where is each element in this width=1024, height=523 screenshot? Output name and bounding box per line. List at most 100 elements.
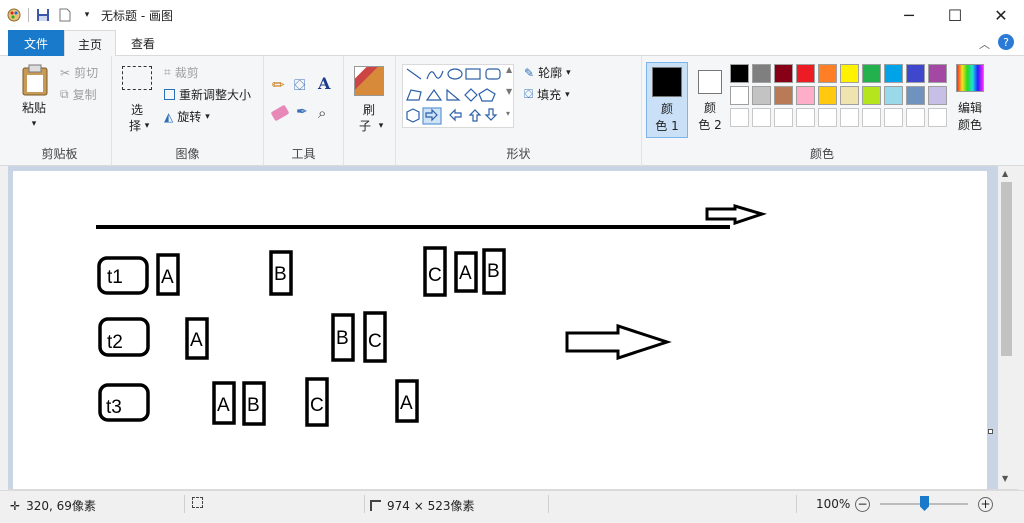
rotate-button[interactable]: ◭ 旋转 ▾: [164, 108, 210, 125]
color2-label-line2: 色 2: [698, 118, 722, 132]
eraser-icon[interactable]: [270, 104, 290, 122]
color-swatch[interactable]: [774, 86, 793, 105]
color-swatch[interactable]: [818, 86, 837, 105]
drawing-canvas[interactable]: t1 t2 t3 A B C A B A B C A B C A: [13, 171, 993, 489]
shapes-expand-icon[interactable]: ▾: [506, 109, 510, 118]
maximize-button[interactable]: ☐: [932, 0, 978, 30]
magnifier-icon[interactable]: ⌕: [318, 104, 326, 122]
scroll-down-icon[interactable]: ▼: [1002, 474, 1008, 483]
custom-color-slot[interactable]: [906, 108, 925, 127]
color-swatch[interactable]: [928, 64, 947, 83]
save-icon[interactable]: [35, 7, 51, 23]
edit-colors-button[interactable]: 编辑 颜色: [952, 64, 988, 136]
paste-button[interactable]: 粘贴 ▾: [14, 62, 56, 134]
color-swatch[interactable]: [840, 64, 859, 83]
shapes-scroll-down-icon[interactable]: ▼: [506, 87, 512, 96]
custom-color-slot[interactable]: [752, 108, 771, 127]
text-tool-icon[interactable]: A: [318, 74, 330, 93]
custom-color-slot[interactable]: [796, 108, 815, 127]
brushes-dropdown-icon: ▾: [378, 121, 384, 131]
vertical-scrollbar[interactable]: ▲ ▼: [998, 166, 1015, 489]
color1-button[interactable]: 颜 色 1: [646, 62, 688, 138]
color-swatch[interactable]: [752, 64, 771, 83]
color1-label-line2: 色 1: [655, 119, 679, 133]
zoom-slider[interactable]: [880, 496, 968, 511]
cell-text: B: [247, 395, 260, 416]
paste-dropdown-icon: ▾: [31, 119, 37, 129]
color-swatch[interactable]: [774, 64, 793, 83]
brushes-button[interactable]: 刷 子 ▾: [350, 64, 390, 136]
minimize-button[interactable]: ─: [886, 0, 932, 30]
new-file-icon[interactable]: [57, 7, 73, 23]
tab-home[interactable]: 主页: [64, 30, 116, 57]
cursor-position: ✛ 320, 69像素: [10, 497, 96, 514]
cell-text: A: [459, 263, 472, 284]
select-button[interactable]: 选 择 ▾: [120, 64, 156, 136]
color-picker-icon[interactable]: ✒: [296, 104, 308, 120]
canvas-resize-handle[interactable]: [988, 429, 993, 434]
pencil-icon[interactable]: ✏: [272, 76, 285, 94]
custom-color-slot[interactable]: [840, 108, 859, 127]
custom-color-slot[interactable]: [884, 108, 903, 127]
copy-button[interactable]: ⧉ 复制: [60, 86, 97, 103]
custom-color-slot[interactable]: [774, 108, 793, 127]
crop-icon: ⌗: [164, 65, 171, 79]
custom-color-slot[interactable]: [818, 108, 837, 127]
shapes-scroll-up-icon[interactable]: ▲: [506, 65, 512, 74]
resize-icon: [164, 89, 175, 100]
color-swatch[interactable]: [796, 86, 815, 105]
color-swatch[interactable]: [730, 64, 749, 83]
resize-button[interactable]: 重新调整大小: [164, 86, 251, 103]
zoom-in-button[interactable]: +: [978, 497, 993, 512]
custom-color-slot[interactable]: [928, 108, 947, 127]
color-swatch[interactable]: [906, 86, 925, 105]
color-swatch[interactable]: [862, 64, 881, 83]
scroll-thumb[interactable]: [1001, 182, 1012, 356]
close-button[interactable]: ✕: [978, 0, 1024, 30]
paint-app-icon[interactable]: [6, 7, 22, 23]
fill-button[interactable]: ⛋ 填充 ▾: [524, 86, 570, 103]
tab-view[interactable]: 查看: [118, 30, 168, 56]
color-swatch[interactable]: [928, 86, 947, 105]
rotate-icon: ◭: [164, 109, 174, 124]
custom-color-slot[interactable]: [862, 108, 881, 127]
color-swatch[interactable]: [730, 86, 749, 105]
color-swatch[interactable]: [906, 64, 925, 83]
color-swatch[interactable]: [840, 86, 859, 105]
zoom-slider-thumb[interactable]: [920, 496, 929, 511]
custom-color-slot[interactable]: [730, 108, 749, 127]
zoom-out-button[interactable]: −: [855, 497, 870, 512]
crop-label: 裁剪: [174, 66, 199, 80]
color-swatch[interactable]: [862, 86, 881, 105]
cell-text: B: [487, 261, 500, 282]
collapse-ribbon-icon[interactable]: ︿: [979, 36, 990, 52]
fill-bucket-icon[interactable]: ⛋: [294, 76, 305, 94]
outline-button[interactable]: ✎ 轮廓 ▾: [524, 64, 571, 81]
color-swatch[interactable]: [884, 86, 903, 105]
cut-button[interactable]: ✂ 剪切: [60, 64, 98, 81]
image-group: 选 择 ▾ ⌗ 裁剪 重新调整大小 ◭ 旋转 ▾ 图像: [112, 56, 264, 166]
fill-dropdown-icon: ▾: [565, 89, 570, 100]
color2-button[interactable]: 颜 色 2: [690, 62, 730, 138]
customize-toolbar-icon[interactable]: ▾: [79, 7, 95, 23]
cell-text: B: [274, 264, 287, 285]
colors-group: 颜 色 1 颜 色 2 编辑 颜色 颜色: [646, 56, 998, 166]
color-swatch[interactable]: [752, 86, 771, 105]
color-swatch[interactable]: [884, 64, 903, 83]
title-bar: ▾ 无标题 - 画图 ─ ☐ ✕: [0, 0, 1024, 30]
edit-colors-icon: [956, 64, 984, 92]
row-label-text: t2: [107, 332, 123, 353]
paste-icon: [22, 64, 48, 96]
help-icon[interactable]: ?: [998, 34, 1014, 50]
fill-icon: ⛋: [524, 87, 534, 101]
shapes-group-label: 形状: [506, 147, 531, 161]
brushes-group: 刷 子 ▾: [344, 56, 396, 166]
scroll-up-icon[interactable]: ▲: [1002, 169, 1008, 178]
shapes-gallery[interactable]: [402, 64, 514, 128]
color-swatch[interactable]: [818, 64, 837, 83]
cell-text: C: [368, 331, 382, 352]
color1-label-line1: 颜: [660, 102, 673, 116]
crop-button[interactable]: ⌗ 裁剪: [164, 64, 199, 81]
tab-file[interactable]: 文件: [8, 30, 64, 56]
color-swatch[interactable]: [796, 64, 815, 83]
